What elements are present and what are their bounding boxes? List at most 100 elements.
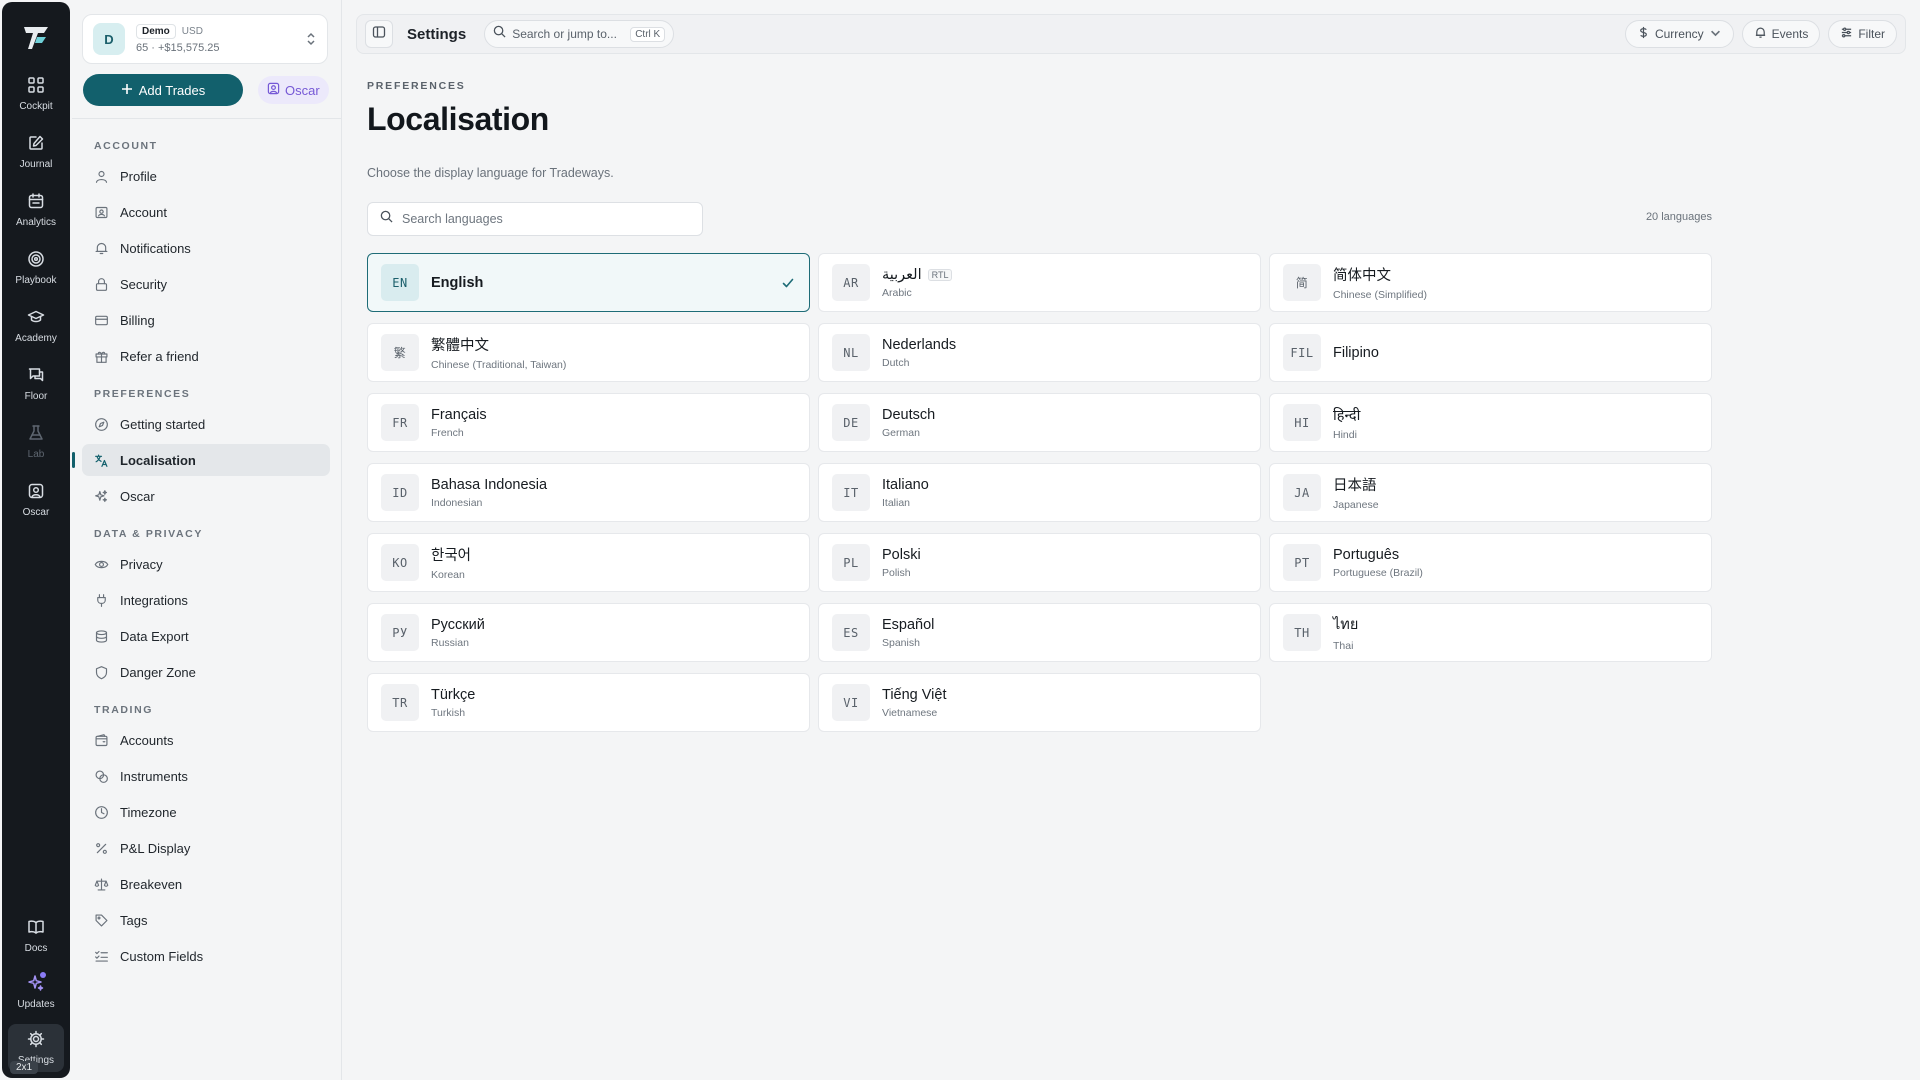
- language-native-label: हिन्दी: [1333, 407, 1361, 424]
- language-native-label: Nederlands: [882, 336, 957, 353]
- language-option[interactable]: РУ Русский Russian: [367, 603, 810, 662]
- rail-item-label: Journal: [19, 159, 53, 170]
- sidebar-item-timezone[interactable]: Timezone: [82, 796, 330, 828]
- language-english-name: Indonesian: [431, 496, 483, 509]
- filter-button[interactable]: Filter: [1828, 20, 1897, 48]
- language-native-label: Русский: [431, 616, 485, 633]
- language-option[interactable]: 简简体中文 Chinese (Simplified): [1269, 253, 1712, 312]
- sidebar-item-breakeven[interactable]: Breakeven: [82, 868, 330, 900]
- sidebar-item-tags[interactable]: Tags: [82, 904, 330, 936]
- coins-icon: [94, 769, 120, 784]
- language-native-name: English: [431, 275, 483, 291]
- sidebar-item-security[interactable]: Security: [82, 268, 330, 300]
- rail-item-academy[interactable]: Academy: [8, 302, 64, 350]
- language-native-name: Filipino: [1333, 345, 1379, 361]
- rail-item-label: Lab: [27, 449, 45, 460]
- language-option[interactable]: DE Deutsch German: [818, 393, 1261, 452]
- rail-item-updates[interactable]: Updates: [8, 968, 64, 1016]
- language-option[interactable]: TR Türkçe Turkish: [367, 673, 810, 732]
- rail-item-playbook[interactable]: Playbook: [8, 244, 64, 292]
- language-option[interactable]: HI हिन्दी Hindi: [1269, 393, 1712, 452]
- sidebar-item-danger-zone[interactable]: Danger Zone: [82, 656, 330, 688]
- nav-section-title: PREFERENCES: [94, 388, 191, 400]
- language-native-name: العربية RTL: [882, 267, 953, 283]
- sidebar-item-oscar[interactable]: Oscar: [82, 480, 330, 512]
- language-code: IT: [832, 474, 870, 511]
- language-native-name: Français: [431, 407, 487, 423]
- add-trades-button[interactable]: Add Trades: [83, 74, 243, 106]
- language-native-name: Español: [882, 617, 934, 633]
- command-search-placeholder: Search or jump to...: [512, 27, 617, 41]
- language-option[interactable]: IT Italiano Italian: [818, 463, 1261, 522]
- sidebar-item-integrations[interactable]: Integrations: [82, 584, 330, 616]
- language-option[interactable]: EN English: [367, 253, 810, 312]
- sidebar-item-label: Instruments: [120, 768, 188, 784]
- rail-item-analytics[interactable]: Analytics: [8, 186, 64, 234]
- language-code: NL: [832, 334, 870, 371]
- sidebar-item-privacy[interactable]: Privacy: [82, 548, 330, 580]
- rail-item-docs[interactable]: Docs: [8, 912, 64, 960]
- language-option[interactable]: FIL Filipino: [1269, 323, 1712, 382]
- rail-item-cockpit[interactable]: Cockpit: [8, 70, 64, 118]
- sidebar-item-data-export[interactable]: Data Export: [82, 620, 330, 652]
- sidebar-item-custom-fields[interactable]: Custom Fields: [82, 940, 330, 972]
- language-option[interactable]: ES Español Spanish: [818, 603, 1261, 662]
- rail-item-floor[interactable]: Floor: [8, 360, 64, 408]
- language-option[interactable]: FR Français French: [367, 393, 810, 452]
- clock-icon: [94, 805, 120, 820]
- language-text: 日本語 Japanese: [1333, 474, 1379, 511]
- language-option[interactable]: 繁繁體中文 Chinese (Traditional, Taiwan): [367, 323, 810, 382]
- language-text: 简体中文 Chinese (Simplified): [1333, 264, 1427, 301]
- gear-icon: [27, 1030, 45, 1055]
- nav-section-title: DATA & PRIVACY: [94, 528, 203, 540]
- language-search-input[interactable]: [402, 212, 682, 226]
- sidebar-item-profile[interactable]: Profile: [82, 160, 330, 192]
- currency-button[interactable]: Currency: [1624, 20, 1734, 48]
- events-button[interactable]: Events: [1741, 20, 1821, 48]
- graduation-cap-icon: [27, 308, 45, 333]
- language-native-name: Polski: [882, 547, 921, 563]
- language-native-name: ไทย: [1333, 613, 1358, 636]
- sidebar-item-p-l-display[interactable]: P&L Display: [82, 832, 330, 864]
- language-option[interactable]: PL Polski Polish: [818, 533, 1261, 592]
- language-text: Tiếng Việt Vietnamese: [882, 687, 947, 719]
- language-option[interactable]: VI Tiếng Việt Vietnamese: [818, 673, 1261, 732]
- rail-item-label: Analytics: [15, 217, 56, 228]
- language-option[interactable]: KO 한국어 Korean: [367, 533, 810, 592]
- language-option[interactable]: AR العربية RTL Arabic: [818, 253, 1261, 312]
- language-text: Русский Russian: [431, 617, 485, 649]
- language-text: Nederlands Dutch: [882, 337, 956, 369]
- search-icon: [380, 210, 393, 228]
- language-option[interactable]: TH ไทย Thai: [1269, 603, 1712, 662]
- command-search[interactable]: Search or jump to... Ctrl K: [484, 20, 675, 48]
- language-text: 繁體中文 Chinese (Traditional, Taiwan): [431, 334, 566, 371]
- sidebar-item-label: Privacy: [120, 556, 163, 572]
- sidebar-item-account[interactable]: Account: [82, 196, 330, 228]
- rail-item-journal[interactable]: Journal: [8, 128, 64, 176]
- sidebar-item-label: Accounts: [120, 732, 174, 748]
- language-text: Português Portuguese (Brazil): [1333, 547, 1423, 579]
- language-text: Deutsch German: [882, 407, 935, 439]
- language-option[interactable]: JA 日本語 Japanese: [1269, 463, 1712, 522]
- sidebar-item-instruments[interactable]: Instruments: [82, 760, 330, 792]
- sidebar-item-accounts[interactable]: Accounts: [82, 724, 330, 756]
- language-option[interactable]: NL Nederlands Dutch: [818, 323, 1261, 382]
- language-option[interactable]: PT Português Portuguese (Brazil): [1269, 533, 1712, 592]
- nav-section-title: TRADING: [94, 704, 154, 716]
- rail-item-lab[interactable]: Lab: [8, 418, 64, 466]
- sidebar-item-notifications[interactable]: Notifications: [82, 232, 330, 264]
- sidebar-toggle-button[interactable]: [365, 20, 393, 48]
- sidebar-item-localisation[interactable]: Localisation: [72, 444, 330, 476]
- sidebar-item-refer-a-friend[interactable]: Refer a friend: [82, 340, 330, 372]
- tradeways-logo[interactable]: [18, 20, 54, 56]
- rail-item-oscar[interactable]: Oscar: [8, 476, 64, 524]
- sidebar-item-getting-started[interactable]: Getting started: [82, 408, 330, 440]
- language-grid: EN English AR العربية RTL Arabic 简简体中文 Chinese …: [367, 253, 1712, 732]
- oscar-button[interactable]: Oscar: [258, 76, 329, 104]
- localisation-page: PREFERENCES Localisation Choose the disp…: [367, 80, 1712, 732]
- account-switcher[interactable]: D Demo USD 65 · +$15,575.25: [82, 14, 328, 64]
- page-title: Localisation: [367, 101, 549, 137]
- language-option[interactable]: ID Bahasa Indonesia Indonesian: [367, 463, 810, 522]
- rtl-badge: RTL: [927, 268, 953, 281]
- sidebar-item-billing[interactable]: Billing: [82, 304, 330, 336]
